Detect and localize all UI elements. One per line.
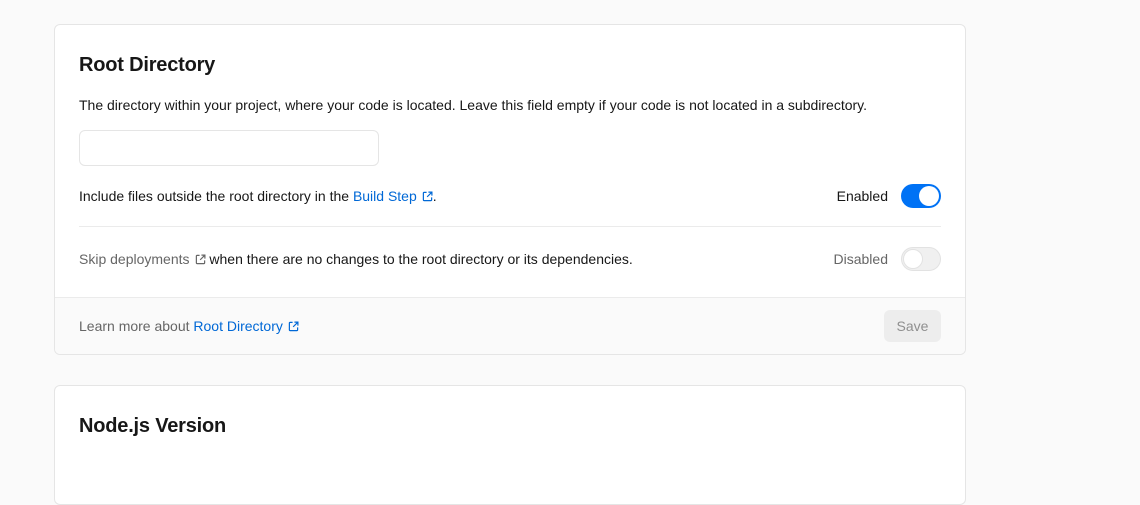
include-files-text: Include files outside the root directory… [79, 188, 437, 204]
external-link-icon [422, 191, 433, 202]
skip-deployments-text: Skip deployments when there are no chang… [79, 251, 633, 267]
include-files-status: Enabled [837, 184, 941, 208]
external-link-icon [195, 254, 206, 265]
skip-deployments-link[interactable]: Skip deployments [79, 251, 206, 267]
external-link-icon [288, 321, 299, 332]
toggle-knob [903, 249, 923, 269]
build-step-link-label: Build Step [352, 188, 417, 204]
root-directory-description: The directory within your project, where… [79, 97, 868, 113]
skip-deployments-label: when there are no changes to the root di… [205, 251, 633, 267]
nodejs-version-card: Node.js Version [54, 385, 966, 505]
skip-deployments-row: Skip deployments when there are no chang… [79, 245, 941, 273]
divider [79, 226, 941, 227]
include-files-label: Include files outside the root directory… [79, 188, 353, 204]
include-files-status-label: Enabled [836, 188, 888, 204]
nodejs-version-title: Node.js Version [79, 415, 227, 437]
root-directory-card: Root Directory The directory within your… [54, 24, 966, 355]
root-directory-docs-link-label: Root Directory [193, 318, 283, 334]
root-directory-title: Root Directory [79, 54, 216, 76]
include-files-period: . [432, 188, 437, 204]
footer-learn-more: Learn more about Root Directory [79, 318, 299, 334]
root-directory-input[interactable] [79, 130, 379, 166]
include-files-toggle[interactable] [901, 184, 941, 208]
include-files-row: Include files outside the root directory… [79, 182, 941, 210]
skip-deployments-status-label: Disabled [833, 251, 888, 267]
skip-deployments-status: Disabled [834, 247, 941, 271]
toggle-knob [919, 186, 939, 206]
root-directory-docs-link[interactable]: Root Directory [193, 318, 299, 334]
skip-deployments-link-label: Skip deployments [79, 251, 190, 267]
root-directory-footer: Learn more about Root Directory Save [55, 297, 965, 354]
save-button[interactable]: Save [884, 310, 941, 342]
build-step-link[interactable]: Build Step [353, 188, 433, 204]
skip-deployments-toggle[interactable] [901, 247, 941, 271]
footer-label: Learn more about [79, 318, 194, 334]
